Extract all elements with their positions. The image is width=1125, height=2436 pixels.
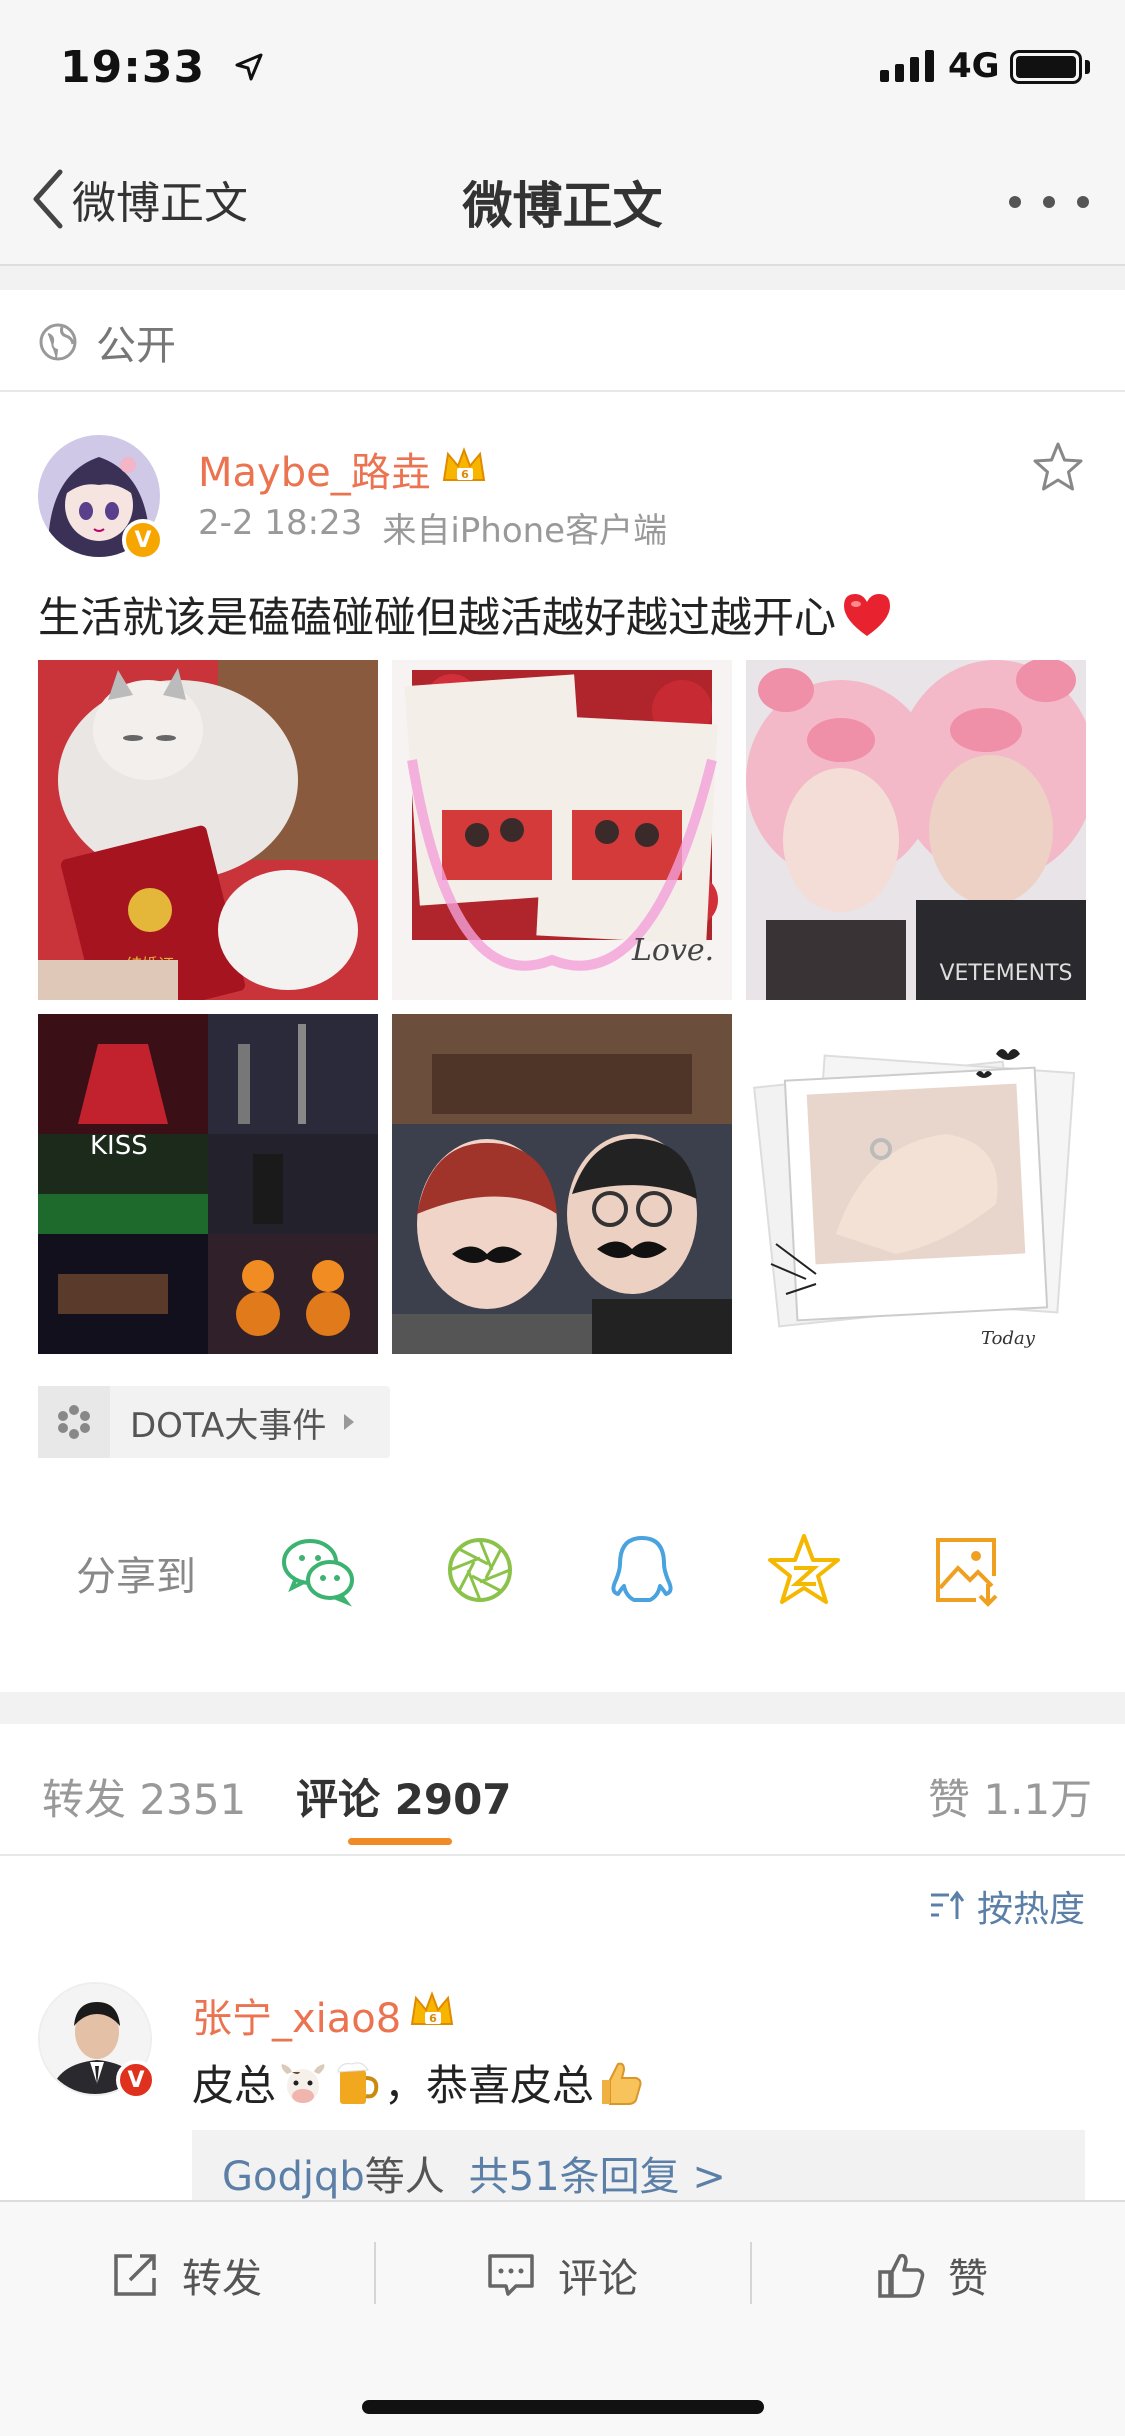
status-time: 19:33	[60, 42, 206, 93]
tab-repost[interactable]: 转发 2351	[42, 1766, 246, 1827]
svg-text:VETEMENTS: VETEMENTS	[939, 961, 1072, 986]
mustache-selfie-image	[392, 1014, 732, 1354]
location-arrow-icon	[235, 53, 263, 81]
cow-emoji-icon	[281, 2063, 325, 2103]
chevron-left-icon	[33, 169, 63, 229]
chevron-right-icon	[344, 1414, 355, 1430]
like-button[interactable]: 赞	[876, 2240, 988, 2310]
home-indicator	[362, 2400, 764, 2414]
ring-polaroid-image: Today	[746, 1014, 1086, 1354]
tab-comments[interactable]: 评论 2907	[296, 1766, 512, 1827]
repost-button[interactable]: 转发	[110, 2240, 262, 2310]
topic-icon	[38, 1386, 110, 1458]
share-label: 分享到	[76, 1554, 196, 1600]
sort-label: 按热度	[976, 1889, 1085, 1930]
save-image-icon[interactable]	[926, 1530, 1006, 1610]
commenter-username[interactable]: 张宁_xiao8	[192, 1986, 401, 2044]
wechat-icon[interactable]	[278, 1530, 358, 1610]
post-photo-4[interactable]: KISS	[38, 1014, 378, 1354]
thumbs-up-icon	[878, 2253, 925, 2298]
qzone-star-icon[interactable]	[764, 1530, 844, 1610]
post-tabs: 转发 2351 评论 2907 赞 1.1万	[0, 1724, 1125, 1854]
weibo-post-page: 19:33 4G 微博正文 微博正文 公开 V Maybe_路垚 6 2-2 1…	[0, 0, 1125, 2436]
post-meta: 2-2 18:23 来自iPhone客户端	[198, 503, 667, 552]
reply-mid-text: 等人	[364, 2154, 445, 2200]
back-label: 微博正文	[72, 178, 248, 229]
sort-by-hot-button[interactable]: 按热度	[929, 1880, 1085, 1932]
navigation-bar: 微博正文 微博正文	[0, 132, 1125, 266]
post-photo-1[interactable]: 结婚证	[38, 660, 378, 1000]
status-bar: 19:33 4G	[0, 0, 1125, 132]
back-button[interactable]: 微博正文	[30, 164, 248, 234]
beer-emoji-icon	[337, 2061, 379, 2104]
view-replies-link[interactable]: 共51条回复 >	[469, 2154, 726, 2200]
cellular-signal-icon	[880, 50, 934, 82]
more-options-button[interactable]	[1009, 182, 1089, 222]
comment-text: 皮总 ，恭喜皮总	[192, 2052, 648, 2113]
post-photo-3[interactable]: VETEMENTS	[746, 660, 1086, 1000]
post-source: 来自iPhone客户端	[382, 511, 668, 551]
author-username[interactable]: Maybe_路垚	[198, 440, 431, 498]
favorite-star-icon[interactable]	[1030, 440, 1086, 496]
pig-hat-selfie-image: VETEMENTS	[746, 660, 1086, 1000]
vip-crown-icon: 6	[410, 1991, 454, 2025]
topic-label: DOTA大事件	[130, 1405, 327, 1446]
red-heart-icon	[844, 593, 891, 636]
post-text: 生活就该是磕磕碰碰但越活越好越过越开心	[38, 584, 894, 645]
thumbs-up-emoji-icon	[602, 2062, 642, 2105]
network-type: 4G	[948, 46, 1000, 86]
post-photo-2[interactable]: Love.	[392, 660, 732, 1000]
share-row: 分享到	[0, 1530, 1125, 1610]
post-photo-5[interactable]	[392, 1014, 732, 1354]
vip-crown-icon: 6	[442, 447, 486, 481]
globe-icon	[39, 323, 77, 361]
moments-icon[interactable]	[440, 1530, 520, 1610]
post-photo-6[interactable]: Today	[746, 1014, 1086, 1354]
sort-icon	[930, 1890, 965, 1919]
comment-bubble-icon	[488, 2254, 534, 2296]
verified-badge: V	[116, 2060, 156, 2100]
svg-text:6: 6	[429, 2012, 437, 2025]
reply-users[interactable]: Godjqb	[222, 2154, 365, 2200]
visibility-indicator: 公开	[38, 312, 176, 372]
couple-certificate-photos-image: Love.	[392, 660, 732, 1000]
qq-icon[interactable]	[602, 1530, 682, 1610]
tab-likes[interactable]: 赞 1.1万	[928, 1766, 1092, 1827]
love-overlay-text: Love.	[631, 933, 714, 968]
kiss-overlay-text: KISS	[90, 1131, 148, 1161]
author-avatar[interactable]: V	[38, 435, 164, 561]
share-out-icon	[114, 2254, 156, 2296]
visibility-label: 公开	[96, 323, 176, 369]
post-time: 2-2 18:23	[198, 503, 363, 543]
active-tab-indicator	[348, 1838, 452, 1845]
comment-button[interactable]: 评论	[486, 2240, 638, 2310]
commenter-avatar[interactable]: V	[38, 1982, 156, 2100]
cat-marriage-certificate-image: 结婚证	[38, 660, 378, 1000]
battery-icon	[1010, 50, 1082, 84]
svg-text:6: 6	[461, 468, 469, 481]
verified-badge: V	[122, 519, 164, 561]
kiss-collage-image: KISS	[38, 1014, 378, 1354]
topic-tag[interactable]: DOTA大事件	[38, 1386, 390, 1458]
today-overlay-text: Today	[981, 1328, 1036, 1349]
